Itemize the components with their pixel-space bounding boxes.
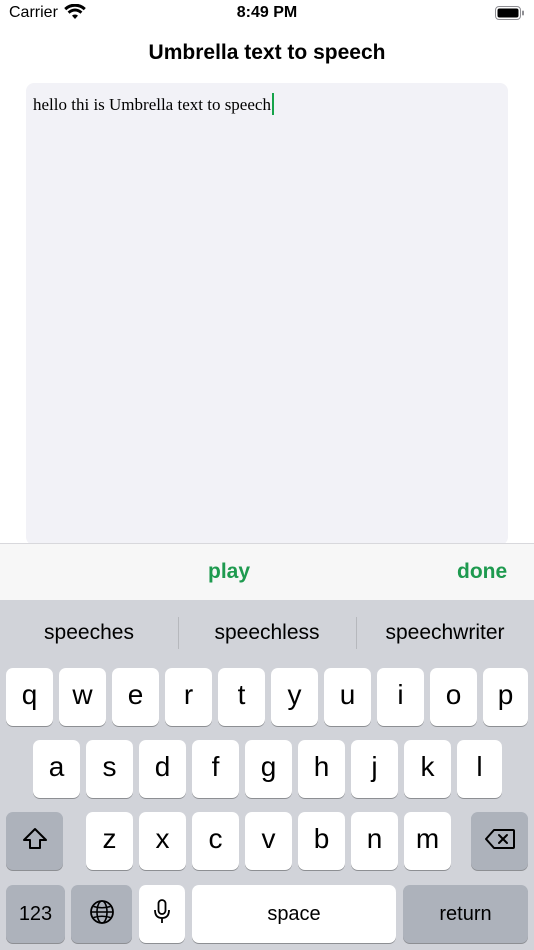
status-bar: Carrier 8:49 PM [0, 0, 534, 28]
globe-key[interactable] [71, 885, 132, 943]
key-f[interactable]: f [192, 740, 239, 798]
dictation-key[interactable] [139, 885, 185, 943]
key-x[interactable]: x [139, 812, 186, 870]
play-button[interactable]: play [208, 560, 250, 584]
key-z[interactable]: z [86, 812, 133, 870]
battery-icon [495, 6, 525, 20]
key-u[interactable]: u [324, 668, 371, 726]
suggestion-bar: speeches speechless speechwriter [0, 600, 534, 666]
globe-icon [89, 899, 115, 925]
key-c[interactable]: c [192, 812, 239, 870]
key-r[interactable]: r [165, 668, 212, 726]
page-title: Umbrella text to speech [148, 41, 386, 64]
key-i[interactable]: i [377, 668, 424, 726]
key-t[interactable]: t [218, 668, 265, 726]
suggestion-3[interactable]: speechwriter [356, 621, 534, 645]
key-y[interactable]: y [271, 668, 318, 726]
key-q[interactable]: q [6, 668, 53, 726]
suggestion-1[interactable]: speeches [0, 621, 178, 645]
keyboard-accessory-toolbar: play done [0, 543, 534, 600]
key-h[interactable]: h [298, 740, 345, 798]
keyboard: speeches speechless speechwriter q w e r… [0, 600, 534, 950]
done-button[interactable]: done [457, 560, 507, 584]
shift-key[interactable] [6, 812, 63, 870]
key-v[interactable]: v [245, 812, 292, 870]
key-e[interactable]: e [112, 668, 159, 726]
space-key[interactable]: space [192, 885, 396, 943]
key-d[interactable]: d [139, 740, 186, 798]
text-caret [271, 93, 274, 115]
backspace-key[interactable] [471, 812, 528, 870]
editor-content[interactable]: hello thi is Umbrella text to speech [33, 93, 274, 115]
shift-icon [22, 827, 48, 851]
editor-text: hello thi is Umbrella text to speech [33, 95, 271, 114]
key-l[interactable]: l [457, 740, 502, 798]
key-s[interactable]: s [86, 740, 133, 798]
numbers-key[interactable]: 123 [6, 885, 65, 943]
key-k[interactable]: k [404, 740, 451, 798]
text-editor[interactable]: hello thi is Umbrella text to speech [26, 83, 508, 545]
microphone-icon [153, 899, 171, 925]
key-n[interactable]: n [351, 812, 398, 870]
backspace-icon [484, 828, 516, 850]
key-m[interactable]: m [404, 812, 451, 870]
key-a[interactable]: a [33, 740, 80, 798]
key-j[interactable]: j [351, 740, 398, 798]
status-time: 8:49 PM [236, 4, 298, 21]
key-w[interactable]: w [59, 668, 106, 726]
key-g[interactable]: g [245, 740, 292, 798]
suggestion-2[interactable]: speechless [178, 621, 356, 645]
key-p[interactable]: p [483, 668, 528, 726]
return-key[interactable]: return [403, 885, 528, 943]
key-o[interactable]: o [430, 668, 477, 726]
key-b[interactable]: b [298, 812, 345, 870]
